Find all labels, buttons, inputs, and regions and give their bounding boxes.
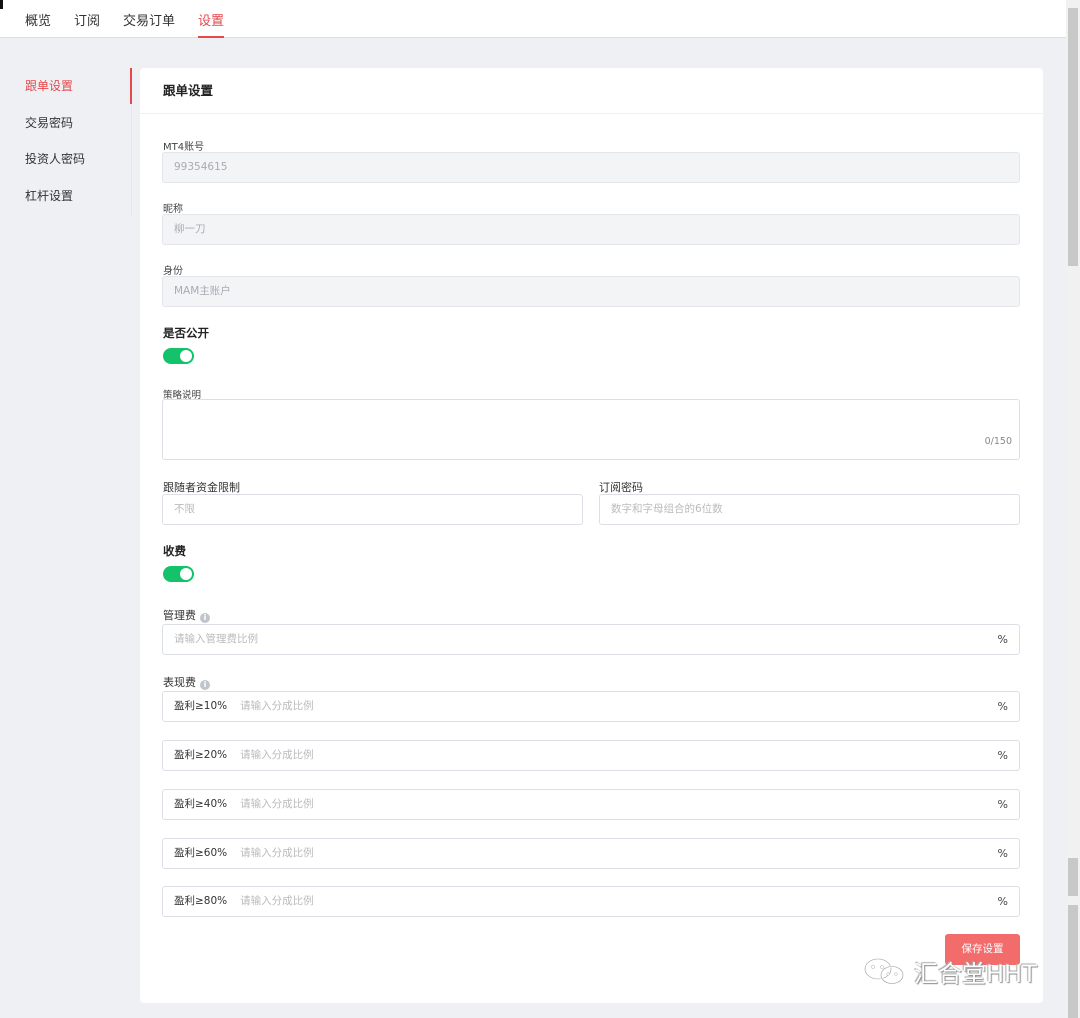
sidebar-item-investor-password[interactable]: 投资人密码	[0, 141, 131, 178]
subscribe-password-input[interactable]: 数字和字母组合的6位数	[599, 494, 1020, 525]
nav-tabs: 概览 订阅 交易订单 设置	[25, 0, 247, 38]
tier-placeholder: 请输入分成比例	[240, 798, 314, 810]
mt4-label: MT4账号	[163, 142, 205, 153]
percent-suffix: %	[997, 633, 1008, 646]
wechat-icon	[863, 957, 905, 985]
nickname-label: 昵称	[163, 204, 183, 215]
performance-tier-input-60[interactable]: 盈利≥60% 请输入分成比例 %	[162, 838, 1020, 869]
percent-suffix: %	[997, 700, 1008, 713]
follower-limit-input[interactable]: 不限	[162, 494, 583, 525]
performance-tier-input-20[interactable]: 盈利≥20% 请输入分成比例 %	[162, 740, 1020, 771]
settings-card: 跟单设置 MT4账号 99354615 昵称 柳一刀 身份 MAM主账户 是否公…	[140, 68, 1043, 1003]
public-label: 是否公开	[163, 326, 209, 340]
management-fee-placeholder: 请输入管理费比例	[174, 633, 258, 645]
toggle-knob	[180, 568, 192, 580]
info-icon[interactable]: i	[200, 680, 210, 690]
settings-sidebar: 跟单设置 交易密码 投资人密码 杠杆设置	[0, 68, 132, 216]
scrollbar-thumb[interactable]	[1068, 8, 1078, 266]
subscribe-password-placeholder: 数字和字母组合的6位数	[611, 503, 723, 515]
strategy-char-count: 0/150	[984, 436, 1012, 447]
tier-prefix: 盈利≥10%	[174, 700, 228, 712]
fee-toggle[interactable]	[163, 566, 194, 582]
tier-prefix: 盈利≥40%	[174, 798, 228, 810]
info-icon[interactable]: i	[200, 613, 210, 623]
follower-limit-placeholder: 不限	[174, 503, 195, 515]
percent-suffix: %	[997, 798, 1008, 811]
management-fee-input[interactable]: 请输入管理费比例 %	[162, 624, 1020, 655]
watermark: 汇合堂HHT	[862, 953, 1037, 989]
corner-mark	[0, 0, 3, 9]
scrollbar-thumb-lower[interactable]	[1068, 858, 1078, 896]
subscribe-password-label: 订阅密码	[599, 481, 643, 494]
management-fee-label: 管理费 i	[163, 607, 210, 623]
tab-overview[interactable]: 概览	[25, 0, 51, 38]
scrollbar-thumb-bottom[interactable]	[1068, 905, 1078, 1018]
percent-suffix: %	[997, 895, 1008, 908]
percent-suffix: %	[997, 749, 1008, 762]
tier-prefix: 盈利≥60%	[174, 847, 228, 859]
sidebar-item-copy-settings[interactable]: 跟单设置	[0, 68, 132, 105]
performance-tier-input-80[interactable]: 盈利≥80% 请输入分成比例 %	[162, 886, 1020, 917]
performance-tier-input-10[interactable]: 盈利≥10% 请输入分成比例 %	[162, 691, 1020, 722]
tier-placeholder: 请输入分成比例	[240, 749, 314, 761]
strategy-textarea[interactable]: 0/150	[162, 399, 1020, 460]
performance-fee-label: 表现费 i	[163, 674, 210, 690]
tab-trade-orders[interactable]: 交易订单	[123, 0, 175, 38]
tier-prefix: 盈利≥20%	[174, 749, 228, 761]
identity-label: 身份	[163, 266, 183, 277]
mt4-account-field: 99354615	[162, 152, 1020, 183]
top-nav: 概览 订阅 交易订单 设置	[0, 0, 1066, 38]
public-toggle[interactable]	[163, 348, 194, 364]
tab-settings[interactable]: 设置	[198, 0, 225, 38]
scrollbar[interactable]	[1066, 0, 1080, 1018]
identity-field: MAM主账户	[162, 276, 1020, 307]
sidebar-item-leverage[interactable]: 杠杆设置	[0, 178, 131, 215]
performance-fee-label-text: 表现费	[163, 676, 196, 689]
tier-prefix: 盈利≥80%	[174, 895, 228, 907]
toggle-knob	[180, 350, 192, 362]
tier-placeholder: 请输入分成比例	[240, 700, 314, 712]
sidebar-item-trade-password[interactable]: 交易密码	[0, 105, 131, 142]
watermark-text: 汇合堂HHT	[914, 959, 1037, 988]
performance-tier-input-40[interactable]: 盈利≥40% 请输入分成比例 %	[162, 789, 1020, 820]
follower-limit-label: 跟随者资金限制	[163, 481, 240, 494]
nickname-field: 柳一刀	[162, 214, 1020, 245]
tier-placeholder: 请输入分成比例	[240, 847, 314, 859]
percent-suffix: %	[997, 847, 1008, 860]
card-title: 跟单设置	[140, 68, 1043, 114]
fee-label: 收费	[163, 544, 186, 558]
tab-subscribe[interactable]: 订阅	[74, 0, 100, 38]
management-fee-label-text: 管理费	[163, 609, 196, 622]
tier-placeholder: 请输入分成比例	[240, 895, 314, 907]
